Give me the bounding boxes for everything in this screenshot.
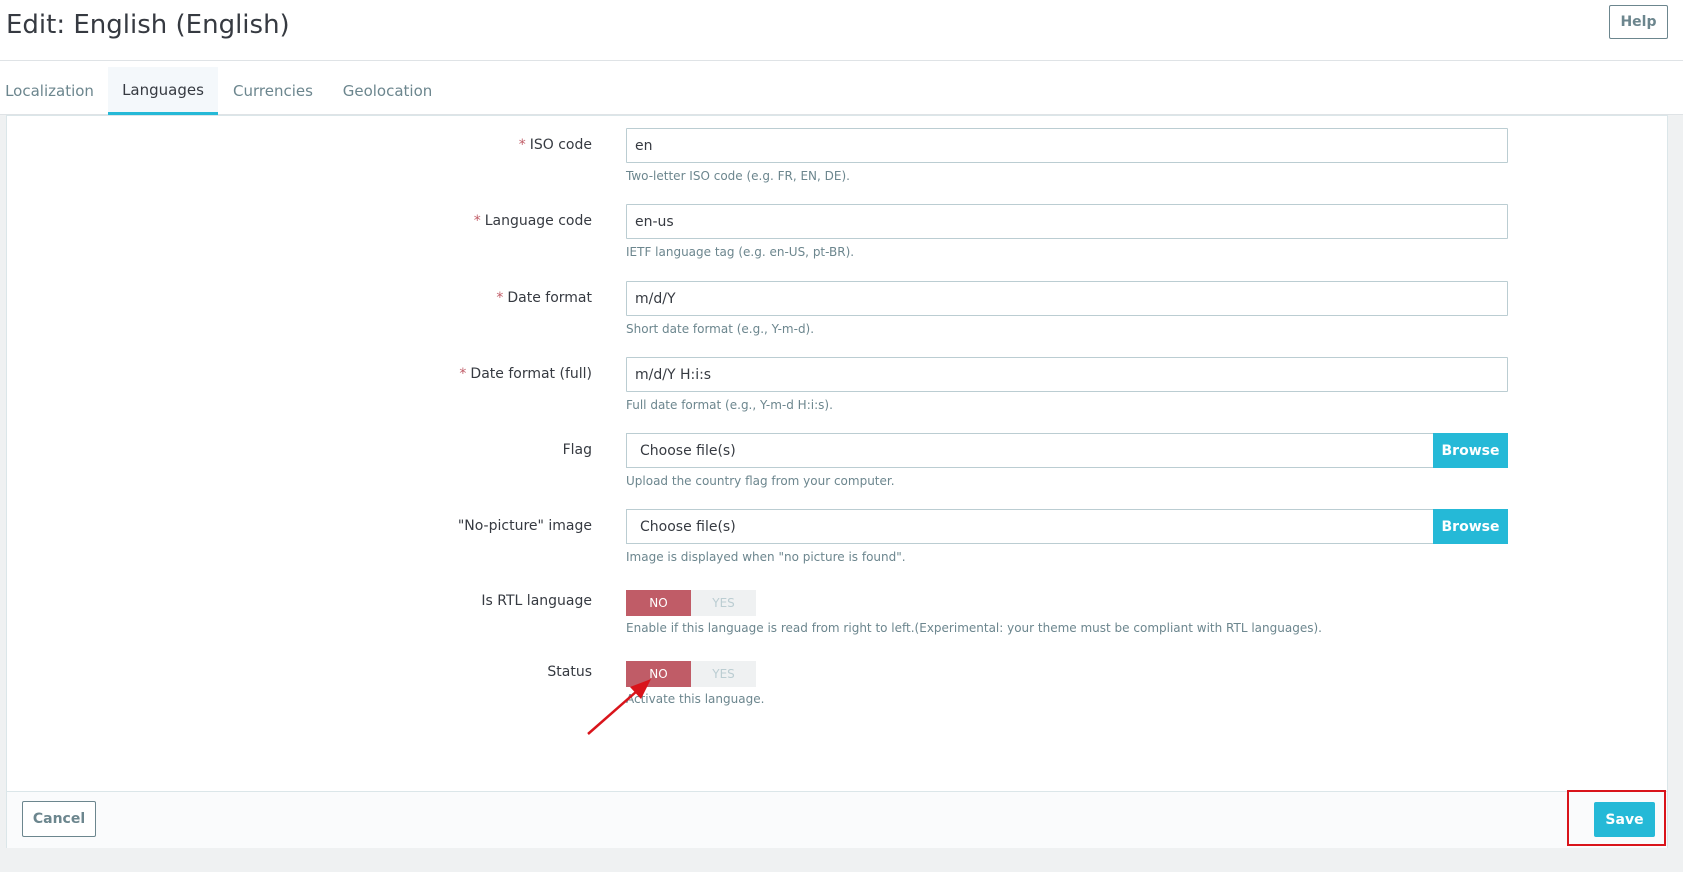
language-code-input[interactable] (626, 204, 1508, 239)
date-format-full-input[interactable] (626, 357, 1508, 392)
scrollbar-edge (1675, 122, 1683, 176)
language-form-card: *ISO code Two-letter ISO code (e.g. FR, … (6, 115, 1668, 848)
tab-languages[interactable]: Languages (108, 67, 218, 115)
iso-code-help: Two-letter ISO code (e.g. FR, EN, DE). (626, 169, 850, 183)
flag-label: Flag (562, 442, 592, 458)
date-format-help: Short date format (e.g., Y-m-d). (626, 322, 815, 336)
tab-geolocation[interactable]: Geolocation (334, 67, 441, 115)
date-format-full-help: Full date format (e.g., Y-m-d H:i:s). (626, 398, 833, 412)
date-format-full-label: * Date format (full) (459, 366, 592, 382)
status-switch[interactable]: NO YES (626, 661, 756, 687)
date-format-input[interactable] (626, 281, 1508, 316)
status-no-option[interactable]: NO (626, 661, 691, 687)
status-help: Activate this language. (626, 692, 765, 706)
tab-currencies[interactable]: Currencies (218, 67, 328, 115)
is-rtl-no-option[interactable]: NO (626, 590, 691, 616)
required-marker: * (459, 366, 467, 382)
cancel-button[interactable]: Cancel (22, 801, 96, 837)
required-marker: * (518, 137, 526, 153)
required-marker: * (496, 290, 504, 306)
is-rtl-help: Enable if this language is read from rig… (626, 621, 1322, 635)
save-button[interactable]: Save (1594, 802, 1655, 837)
is-rtl-switch[interactable]: NO YES (626, 590, 756, 616)
flag-file-input[interactable]: Choose file(s) (626, 433, 1433, 468)
no-picture-label: "No-picture" image (457, 518, 592, 534)
tab-localization[interactable]: Localization (0, 67, 99, 115)
status-yes-option[interactable]: YES (691, 661, 756, 687)
is-rtl-label: Is RTL language (481, 593, 592, 609)
flag-browse-button[interactable]: Browse (1433, 433, 1508, 468)
iso-code-input[interactable] (626, 128, 1508, 163)
required-marker: * (473, 213, 481, 229)
form-footer: Cancel Save (7, 791, 1667, 848)
help-button[interactable]: Help (1609, 5, 1668, 39)
iso-code-label: * ISO code (518, 137, 592, 153)
page-title: Edit: English (English) (6, 10, 290, 40)
status-label: Status (547, 664, 592, 680)
tab-bar: Localization Languages Currencies Geoloc… (0, 61, 1683, 176)
flag-help: Upload the country flag from your comput… (626, 474, 895, 488)
language-code-label: * Language code (473, 213, 592, 229)
language-code-help: IETF language tag (e.g. en-US, pt-BR). (626, 245, 855, 259)
no-picture-browse-button[interactable]: Browse (1433, 509, 1508, 544)
is-rtl-yes-option[interactable]: YES (691, 590, 756, 616)
no-picture-file-input[interactable]: Choose file(s) (626, 509, 1433, 544)
date-format-label: * Date format (496, 290, 592, 306)
no-picture-help: Image is displayed when "no picture is f… (626, 550, 906, 564)
page-header: Edit: English (English) Help (0, 0, 1683, 61)
